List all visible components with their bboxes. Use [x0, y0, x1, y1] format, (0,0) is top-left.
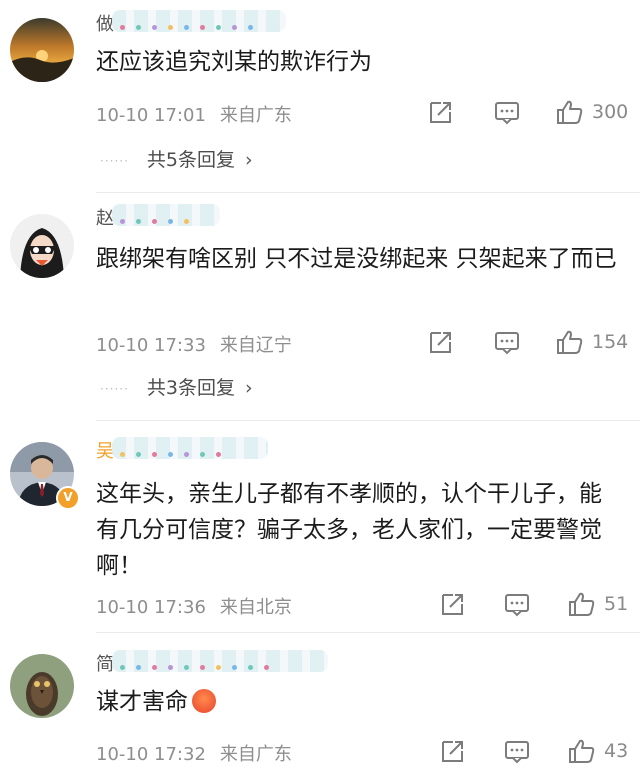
like-button[interactable]: 300 — [556, 98, 628, 126]
username[interactable]: 做 — [96, 10, 286, 32]
masked-face-avatar-icon — [10, 214, 74, 278]
thumbs-up-icon — [557, 330, 583, 354]
comment-icon — [505, 594, 529, 617]
like-button[interactable]: 43 — [568, 737, 628, 765]
share-button[interactable] — [440, 590, 466, 618]
comment-text: 还应该追究刘某的欺诈行为 — [96, 49, 372, 75]
comment-button[interactable] — [494, 328, 520, 356]
comment-text: 跟绑架有啥区别 只不过是没绑起来 只架起来了而已 — [96, 246, 617, 272]
username[interactable]: 赵 — [96, 204, 220, 226]
like-button[interactable]: 154 — [556, 328, 628, 356]
view-replies-link[interactable]: ······ 共3条回复 › — [100, 373, 253, 400]
comment-button[interactable] — [494, 98, 520, 126]
like-count: 300 — [592, 101, 629, 123]
timestamp: 10-10 17:33 — [96, 335, 206, 356]
share-button[interactable] — [440, 737, 466, 765]
dotted-leader: ······ — [100, 381, 129, 396]
username-mask-dots — [120, 656, 322, 670]
comment-button[interactable] — [504, 590, 530, 618]
like-count: 154 — [592, 331, 629, 353]
username-mask-dots — [120, 210, 214, 224]
username[interactable]: 吴 — [96, 437, 268, 459]
divider — [96, 632, 640, 633]
comment-meta: 10-10 17:36 来自北京 — [96, 593, 292, 619]
username[interactable]: 简 — [96, 650, 328, 672]
thumbs-up-icon — [557, 100, 583, 124]
thumbs-up-icon — [569, 592, 595, 616]
share-button[interactable] — [428, 328, 454, 356]
dotted-leader: ······ — [100, 153, 129, 168]
chevron-right-icon: › — [244, 377, 253, 399]
avatar[interactable] — [10, 18, 74, 82]
comment-meta: 10-10 17:33 来自辽宁 — [96, 331, 292, 357]
timestamp: 10-10 17:01 — [96, 105, 206, 126]
comment-icon — [495, 102, 519, 125]
location: 来自北京 — [219, 597, 292, 618]
comment-button[interactable] — [504, 737, 530, 765]
divider — [96, 192, 640, 193]
location: 来自辽宁 — [219, 335, 292, 356]
comment-meta: 10-10 17:32 来自广东 — [96, 740, 292, 766]
chevron-right-icon: › — [244, 149, 253, 171]
like-count: 43 — [604, 740, 629, 762]
angry-face-emoji-icon — [192, 689, 216, 713]
username-mask-dots — [120, 16, 280, 30]
avatar[interactable] — [10, 654, 74, 718]
view-replies-link[interactable]: ······ 共5条回复 › — [100, 145, 253, 172]
comment-text: 谋才害命 — [96, 684, 626, 720]
avatar[interactable] — [10, 214, 74, 278]
like-count: 51 — [604, 593, 629, 615]
timestamp: 10-10 17:32 — [96, 744, 206, 765]
owl-avatar-icon — [10, 654, 74, 718]
comment-meta: 10-10 17:01 来自广东 — [96, 101, 292, 127]
comment-icon — [505, 741, 529, 764]
verified-badge-icon: V — [56, 486, 80, 510]
location: 来自广东 — [219, 105, 292, 126]
like-button[interactable]: 51 — [568, 590, 628, 618]
username-mask-dots — [120, 443, 262, 457]
sunset-avatar-icon — [10, 18, 74, 82]
share-icon — [442, 594, 463, 615]
share-icon — [442, 741, 463, 762]
comment-text: 这年头，亲生儿子都有不孝顺的，认个干儿子，能有几分可信度？骗子太多，老人家们，一… — [96, 481, 602, 579]
share-button[interactable] — [428, 98, 454, 126]
comment-icon — [495, 332, 519, 355]
share-icon — [430, 102, 451, 123]
timestamp: 10-10 17:36 — [96, 597, 206, 618]
divider — [96, 420, 640, 421]
thumbs-up-icon — [569, 739, 595, 763]
share-icon — [430, 332, 451, 353]
location: 来自广东 — [219, 744, 292, 765]
